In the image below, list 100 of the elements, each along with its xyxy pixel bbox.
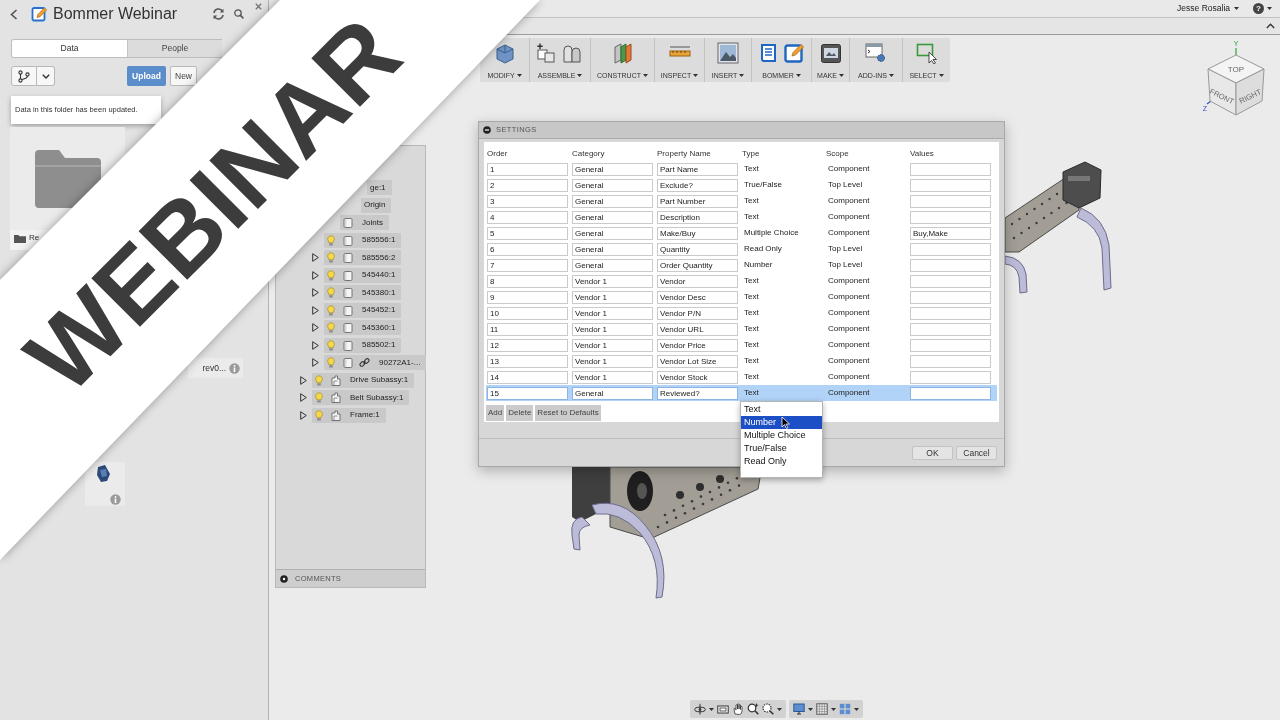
text-field[interactable]	[910, 194, 991, 208]
help-button[interactable]: ?	[1253, 3, 1264, 14]
table-row[interactable]: 15 General Reviewed? Text Component	[486, 385, 997, 401]
text-field[interactable]: Exclude?	[657, 178, 738, 192]
minus-circle-icon[interactable]	[483, 126, 491, 134]
text-field[interactable]	[910, 354, 991, 368]
orbit-icon[interactable]	[694, 703, 706, 715]
text-field[interactable]	[910, 386, 991, 400]
text-field[interactable]: Vendor 1	[572, 306, 653, 320]
boxes-plus-icon[interactable]	[536, 42, 558, 64]
text-field[interactable]	[910, 274, 991, 288]
menu-option[interactable]: Text	[741, 403, 822, 416]
text-field[interactable]: 15	[487, 386, 568, 400]
text-field[interactable]: General	[572, 386, 653, 400]
text-field[interactable]	[910, 178, 991, 192]
text-field[interactable]: Vendor 1	[572, 322, 653, 336]
framed-picture-icon[interactable]	[819, 42, 842, 64]
action-button[interactable]: Reset to Defaults	[535, 405, 601, 421]
pencil-square-icon[interactable]	[783, 42, 806, 64]
text-field[interactable]: 7	[487, 258, 568, 272]
collapsed-arrow-icon[interactable]	[312, 253, 319, 263]
text-field[interactable]	[910, 290, 991, 304]
text-field[interactable]: General	[572, 226, 653, 240]
collapsed-arrow-icon[interactable]	[300, 410, 307, 420]
search-icon[interactable]	[234, 9, 244, 19]
text-field[interactable]: Quantity	[657, 242, 738, 256]
four-squares-icon[interactable]	[839, 703, 851, 715]
collapsed-arrow-icon[interactable]	[312, 358, 319, 368]
text-field[interactable]: Description	[657, 210, 738, 224]
zoom-window-icon[interactable]	[762, 703, 774, 715]
circle-dot-icon[interactable]	[280, 574, 288, 583]
text-field[interactable]: Vendor 1	[572, 354, 653, 368]
text-field[interactable]: Vendor 1	[572, 274, 653, 288]
text-field[interactable]: Reviewed?	[657, 386, 738, 400]
text-field[interactable]	[910, 338, 991, 352]
monitor-icon[interactable]	[793, 703, 805, 715]
user-menu-button[interactable]: Jesse Rosalia	[1177, 2, 1239, 15]
text-field[interactable]: General	[572, 162, 653, 176]
text-field[interactable]: General	[572, 194, 653, 208]
text-field[interactable]	[910, 370, 991, 384]
menu-option[interactable]: True/False	[741, 442, 822, 455]
text-field[interactable]	[910, 306, 991, 320]
text-field[interactable]	[910, 242, 991, 256]
collapsed-arrow-icon[interactable]	[312, 340, 319, 350]
collapsed-arrow-icon[interactable]	[300, 393, 307, 403]
hand-icon[interactable]	[732, 703, 744, 715]
collapsed-arrow-icon[interactable]	[312, 323, 319, 333]
file-card[interactable]	[85, 462, 125, 506]
menu-option[interactable]: Read Only	[741, 455, 822, 468]
text-field[interactable]: Buy,Make	[910, 226, 991, 240]
text-field[interactable]: 6	[487, 242, 568, 256]
text-field[interactable]	[910, 258, 991, 272]
text-field[interactable]: 4	[487, 210, 568, 224]
collapsed-arrow-icon[interactable]	[312, 288, 319, 298]
info-icon[interactable]	[229, 362, 240, 374]
text-field[interactable]: General	[572, 258, 653, 272]
text-field[interactable]: 9	[487, 290, 568, 304]
collapsed-arrow-icon[interactable]	[312, 270, 319, 280]
text-field[interactable]: Part Number	[657, 194, 738, 208]
text-field[interactable]: General	[572, 178, 653, 192]
text-field[interactable]: Vendor 1	[572, 290, 653, 304]
text-field[interactable]: 8	[487, 274, 568, 288]
text-field[interactable]: General	[572, 242, 653, 256]
text-field[interactable]: General	[572, 210, 653, 224]
close-icon[interactable]	[255, 3, 262, 10]
text-field[interactable]: 11	[487, 322, 568, 336]
zoom-icon[interactable]	[747, 703, 759, 715]
text-field[interactable]: Make/Buy	[657, 226, 738, 240]
text-field[interactable]: Part Name	[657, 162, 738, 176]
collapsed-arrow-icon[interactable]	[300, 375, 307, 385]
dialog-button[interactable]: Cancel	[956, 445, 997, 460]
picture-icon[interactable]	[717, 42, 739, 64]
text-field[interactable]: 5	[487, 226, 568, 240]
text-field[interactable]	[910, 322, 991, 336]
arches-icon[interactable]	[562, 42, 584, 64]
text-field[interactable]	[910, 162, 991, 176]
cube-face-label[interactable]: TOP	[1227, 65, 1245, 74]
text-field[interactable]: 2	[487, 178, 568, 192]
info-icon[interactable]	[110, 494, 121, 505]
text-field[interactable]: Vendor 1	[572, 370, 653, 384]
text-field[interactable]: Vendor Desc	[657, 290, 738, 304]
text-field[interactable]: 14	[487, 370, 568, 384]
text-field[interactable]	[910, 210, 991, 224]
text-field[interactable]: 13	[487, 354, 568, 368]
refresh-icon[interactable]	[212, 8, 225, 20]
chevron-up-icon[interactable]	[1266, 23, 1275, 29]
text-field[interactable]: Vendor	[657, 274, 738, 288]
text-field[interactable]: Vendor 1	[572, 338, 653, 352]
text-field[interactable]: 3	[487, 194, 568, 208]
action-button[interactable]: Delete	[506, 405, 534, 421]
text-field[interactable]: 10	[487, 306, 568, 320]
menu-option[interactable]: Multiple Choice	[741, 429, 822, 442]
text-field[interactable]: Vendor P/N	[657, 306, 738, 320]
framed-rectangle-icon[interactable]	[717, 703, 729, 715]
tree-item[interactable]: Frame:1	[312, 407, 386, 423]
text-field[interactable]: Order Quantity	[657, 258, 738, 272]
back-icon[interactable]	[10, 8, 18, 20]
text-field[interactable]: 12	[487, 338, 568, 352]
panels-icon[interactable]	[611, 42, 634, 64]
text-field[interactable]: Vendor Price	[657, 338, 738, 352]
